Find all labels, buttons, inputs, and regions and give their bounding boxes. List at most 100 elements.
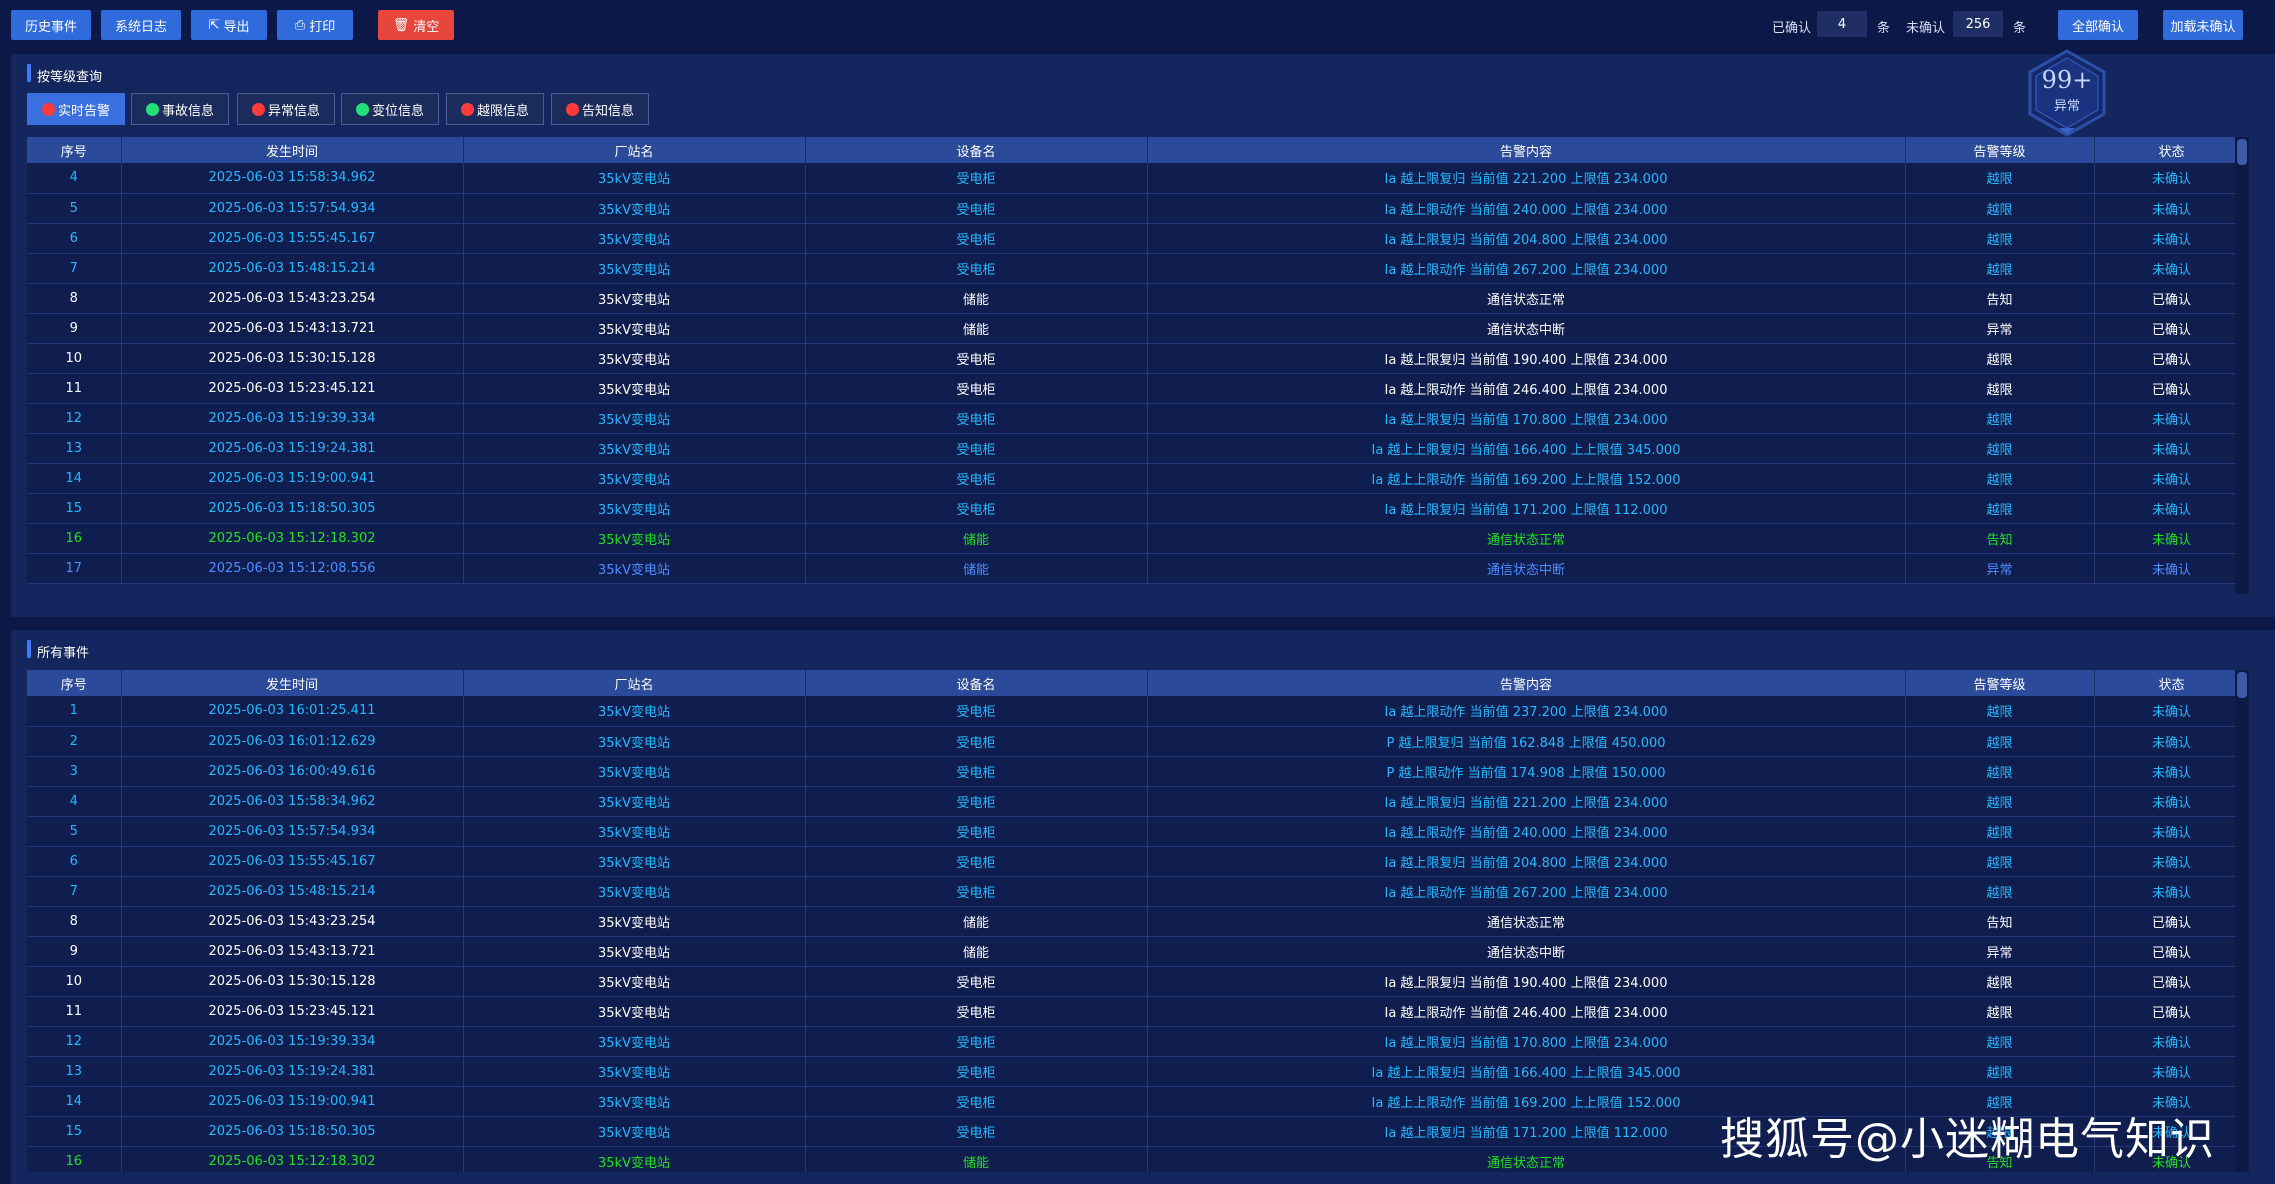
column-header[interactable]: 告警内容 xyxy=(1147,670,1906,696)
table-row[interactable]: 9 2025-06-03 15:43:13.721 35kV变电站 储能 通信状态中断异… xyxy=(27,313,2249,344)
column-header[interactable]: 告警内容 xyxy=(1147,137,1906,163)
table-cell: Ia 越上限复归 当前值 221.200 上限值 234.000 xyxy=(1147,163,1906,194)
column-header[interactable]: 状态 xyxy=(2094,137,2249,163)
filter-tab-4[interactable]: 越限信息 xyxy=(446,93,544,125)
filter-tab-2[interactable]: 异常信息 xyxy=(237,93,335,125)
print-button[interactable]: ⎙ 打印 xyxy=(277,10,353,40)
table-cell: 已确认 xyxy=(2094,966,2249,997)
table-cell: 2025-06-03 15:48:15.214 xyxy=(121,253,464,284)
table-cell: Ia 越上上限复归 当前值 166.400 上上限值 345.000 xyxy=(1147,433,1906,464)
table-cell: 35kV变电站 xyxy=(463,403,806,434)
table-row[interactable]: 6 2025-06-03 15:55:45.167 35kV变电站 受电柜 Ia 越上限… xyxy=(27,846,2249,877)
table-cell: 2025-06-03 15:18:50.305 xyxy=(121,493,464,524)
column-header[interactable]: 告警等级 xyxy=(1905,670,2095,696)
column-header[interactable]: 设备名 xyxy=(805,670,1148,696)
filter-tab-0[interactable]: 实时告警 xyxy=(27,93,125,125)
table-cell: 越限 xyxy=(1905,996,2095,1027)
table-cell: Ia 越上限复归 当前值 190.400 上限值 234.000 xyxy=(1147,343,1906,374)
table-row[interactable]: 16 2025-06-03 15:12:18.302 35kV变电站 储能 通信状态正常… xyxy=(27,523,2249,554)
system-log-button[interactable]: 系统日志 xyxy=(101,10,181,40)
column-header[interactable]: 状态 xyxy=(2094,670,2249,696)
table-row[interactable]: 7 2025-06-03 15:48:15.214 35kV变电站 受电柜 Ia 越上限… xyxy=(27,876,2249,907)
table-cell: 2025-06-03 15:43:23.254 xyxy=(121,906,464,937)
syslog-label: 系统日志 xyxy=(114,18,167,34)
table-cell: 2025-06-03 15:18:50.305 xyxy=(121,1116,464,1147)
table-cell: 越限 xyxy=(1905,816,2095,847)
column-header[interactable]: 序号 xyxy=(27,137,122,163)
table-cell: 35kV变电站 xyxy=(463,756,806,787)
column-header[interactable]: 设备名 xyxy=(805,137,1148,163)
filter-tab-5[interactable]: 告知信息 xyxy=(551,93,649,125)
column-header[interactable]: 厂站名 xyxy=(463,670,806,696)
table-row[interactable]: 10 2025-06-03 15:30:15.128 35kV变电站 受电柜 Ia 越上… xyxy=(27,966,2249,997)
table-cell: 受电柜 xyxy=(805,756,1148,787)
table-cell: 15 xyxy=(27,493,122,524)
table-row[interactable]: 13 2025-06-03 15:19:24.381 35kV变电站 受电柜 Ia 越上… xyxy=(27,1056,2249,1087)
table-row[interactable]: 3 2025-06-03 16:00:49.616 35kV变电站 受电柜 P 越上限动… xyxy=(27,756,2249,787)
table1-scrollbar[interactable] xyxy=(2235,137,2249,594)
table-cell: 未确认 xyxy=(2094,876,2249,907)
confirm-all-button[interactable]: 全部确认 xyxy=(2058,10,2138,40)
table-row[interactable]: 2 2025-06-03 16:01:12.629 35kV变电站 受电柜 P 越上限复… xyxy=(27,726,2249,757)
table-row[interactable]: 4 2025-06-03 15:58:34.962 35kV变电站 受电柜 Ia 越上限… xyxy=(27,163,2249,194)
table2-scrollbar[interactable] xyxy=(2235,670,2249,1172)
table-row[interactable]: 12 2025-06-03 15:19:39.334 35kV变电站 受电柜 Ia 越上… xyxy=(27,403,2249,434)
table-cell: 未确认 xyxy=(2094,193,2249,224)
table-row[interactable]: 14 2025-06-03 15:19:00.941 35kV变电站 受电柜 Ia 越上… xyxy=(27,463,2249,494)
column-header[interactable]: 厂站名 xyxy=(463,137,806,163)
table-cell: 未确认 xyxy=(2094,726,2249,757)
table-row[interactable]: 17 2025-06-03 15:12:08.556 35kV变电站 储能 通信状态中断… xyxy=(27,553,2249,584)
export-button[interactable]: ⇱ 导出 xyxy=(191,10,267,40)
table-row[interactable]: 13 2025-06-03 15:19:24.381 35kV变电站 受电柜 Ia 越上… xyxy=(27,433,2249,464)
table-row[interactable]: 7 2025-06-03 15:48:15.214 35kV变电站 受电柜 Ia 越上限… xyxy=(27,253,2249,284)
table-row[interactable]: 12 2025-06-03 15:19:39.334 35kV变电站 受电柜 Ia 越上… xyxy=(27,1026,2249,1057)
table-cell: 异常 xyxy=(1905,936,2095,967)
table-cell: 已确认 xyxy=(2094,906,2249,937)
table-cell: 受电柜 xyxy=(805,1056,1148,1087)
table-cell: 10 xyxy=(27,966,122,997)
table-row[interactable]: 11 2025-06-03 15:23:45.121 35kV变电站 受电柜 Ia 越上… xyxy=(27,996,2249,1027)
history-events-button[interactable]: 历史事件 xyxy=(11,10,91,40)
table-cell: 异常 xyxy=(1905,553,2095,584)
clear-button[interactable]: 🗑 清空 xyxy=(378,10,454,40)
load-unconfirmed-button[interactable]: 加载未确认 xyxy=(2163,10,2243,40)
table-cell: 受电柜 xyxy=(805,726,1148,757)
table-cell: 受电柜 xyxy=(805,253,1148,284)
table-row[interactable]: 4 2025-06-03 15:58:34.962 35kV变电站 受电柜 Ia 越上限… xyxy=(27,786,2249,817)
table-cell: 5 xyxy=(27,193,122,224)
table-cell: 异常 xyxy=(1905,313,2095,344)
table-cell: P 越上限复归 当前值 162.848 上限值 450.000 xyxy=(1147,726,1906,757)
table-row[interactable]: 9 2025-06-03 15:43:13.721 35kV变电站 储能 通信状态中断异… xyxy=(27,936,2249,967)
table-cell: 12 xyxy=(27,1026,122,1057)
filter-tab-1[interactable]: 事故信息 xyxy=(131,93,229,125)
table-row[interactable]: 1 2025-06-03 16:01:25.411 35kV变电站 受电柜 Ia 越上限… xyxy=(27,696,2249,727)
table-cell: 12 xyxy=(27,403,122,434)
table-row[interactable]: 5 2025-06-03 15:57:54.934 35kV变电站 受电柜 Ia 越上限… xyxy=(27,193,2249,224)
table-cell: 受电柜 xyxy=(805,786,1148,817)
table-cell: 未确认 xyxy=(2094,403,2249,434)
table-cell: 受电柜 xyxy=(805,373,1148,404)
table-row[interactable]: 6 2025-06-03 15:55:45.167 35kV变电站 受电柜 Ia 越上限… xyxy=(27,223,2249,254)
table-cell: 35kV变电站 xyxy=(463,163,806,194)
table-row[interactable]: 15 2025-06-03 15:18:50.305 35kV变电站 受电柜 Ia 越上… xyxy=(27,493,2249,524)
table-row[interactable]: 8 2025-06-03 15:43:23.254 35kV变电站 储能 通信状态正常告… xyxy=(27,283,2249,314)
alarm-count-badge[interactable]: 99+ 异常 xyxy=(2026,48,2108,138)
column-header[interactable]: 序号 xyxy=(27,670,122,696)
column-header[interactable]: 发生时间 xyxy=(121,137,464,163)
table-cell: 已确认 xyxy=(2094,996,2249,1027)
table-row[interactable]: 11 2025-06-03 15:23:45.121 35kV变电站 受电柜 Ia 越上… xyxy=(27,373,2249,404)
table-cell: 越限 xyxy=(1905,373,2095,404)
table-cell: 未确认 xyxy=(2094,786,2249,817)
table-cell: 告知 xyxy=(1905,523,2095,554)
table-row[interactable]: 8 2025-06-03 15:43:23.254 35kV变电站 储能 通信状态正常告… xyxy=(27,906,2249,937)
unconfirmed-count: 256 xyxy=(1953,11,2003,37)
table-row[interactable]: 10 2025-06-03 15:30:15.128 35kV变电站 受电柜 Ia 越上… xyxy=(27,343,2249,374)
table-row[interactable]: 5 2025-06-03 15:57:54.934 35kV变电站 受电柜 Ia 越上限… xyxy=(27,816,2249,847)
table-cell: 已确认 xyxy=(2094,313,2249,344)
filter-tab-3[interactable]: 变位信息 xyxy=(341,93,439,125)
column-header[interactable]: 发生时间 xyxy=(121,670,464,696)
table-cell: 17 xyxy=(27,553,122,584)
column-header[interactable]: 告警等级 xyxy=(1905,137,2095,163)
table-cell: 35kV变电站 xyxy=(463,373,806,404)
table-cell: 9 xyxy=(27,313,122,344)
